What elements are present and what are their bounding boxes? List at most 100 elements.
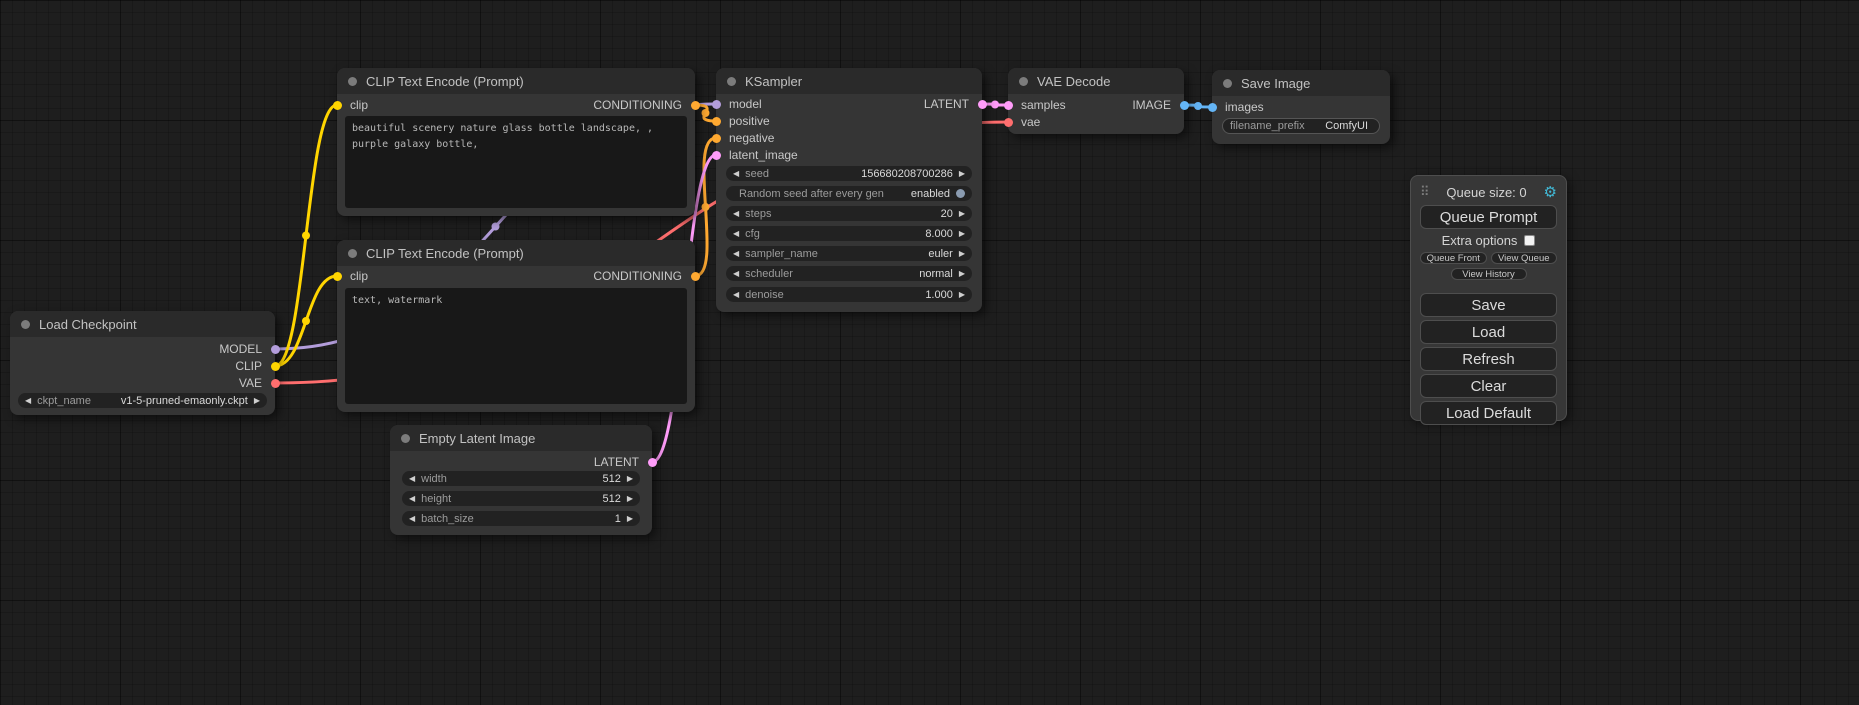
widget-filename-prefix[interactable]: filename_prefix ComfyUI [1222,118,1380,134]
node-titlebar[interactable]: Save Image [1212,70,1390,96]
view-history-button[interactable]: View History [1451,268,1527,280]
node-ksampler[interactable]: KSampler model LATENT positive negative … [716,68,982,312]
input-slot-samples[interactable] [1004,101,1013,110]
output-slot-image[interactable] [1180,101,1189,110]
increment-arrow-icon[interactable]: ▶ [959,270,965,278]
decrement-arrow-icon[interactable]: ◀ [409,475,415,483]
input-slot-positive[interactable] [712,117,721,126]
input-slot-model[interactable] [712,100,721,109]
widget-name: filename_prefix [1230,120,1305,132]
widget-random-seed-toggle[interactable]: Random seed after every gen enabled [726,186,972,201]
node-titlebar[interactable]: KSampler [716,68,982,94]
output-slot-latent[interactable] [978,100,987,109]
refresh-button[interactable]: Refresh [1420,347,1557,371]
widget-ckpt-name[interactable]: ◀ ckpt_name v1-5-pruned-emaonly.ckpt ▶ [18,393,267,408]
increment-arrow-icon[interactable]: ▶ [627,475,633,483]
save-button[interactable]: Save [1420,293,1557,317]
input-slot-latent-image[interactable] [712,151,721,160]
decrement-arrow-icon[interactable]: ◀ [733,210,739,218]
output-slot-model[interactable] [271,345,280,354]
widget-name: height [421,493,451,505]
node-clip-text-encode-positive[interactable]: CLIP Text Encode (Prompt) clip CONDITION… [337,68,695,216]
widget-cfg[interactable]: ◀ cfg 8.000 ▶ [726,226,972,241]
input-slot-images[interactable] [1208,103,1217,112]
decrement-arrow-icon[interactable]: ◀ [733,250,739,258]
drag-handle-icon[interactable]: ⠿ [1420,184,1430,200]
prompt-textarea[interactable]: text, watermark [345,288,687,404]
widget-height[interactable]: ◀ height 512 ▶ [402,491,640,506]
increment-arrow-icon[interactable]: ▶ [627,515,633,523]
input-label-positive: positive [729,114,770,128]
input-slot-clip[interactable] [333,101,342,110]
clear-button[interactable]: Clear [1420,374,1557,398]
decrement-arrow-icon[interactable]: ◀ [733,230,739,238]
increment-arrow-icon[interactable]: ▶ [959,230,965,238]
node-vae-decode[interactable]: VAE Decode samples IMAGE vae [1008,68,1184,134]
node-title: Empty Latent Image [419,431,535,446]
collapse-dot-icon[interactable] [21,320,30,329]
widget-name: steps [745,208,771,220]
node-title: CLIP Text Encode (Prompt) [366,74,524,89]
node-load-checkpoint[interactable]: Load Checkpoint MODEL CLIP VAE ◀ ckpt_na… [10,311,275,415]
widget-steps[interactable]: ◀ steps 20 ▶ [726,206,972,221]
output-label-model: MODEL [219,342,262,356]
decrement-arrow-icon[interactable]: ◀ [733,291,739,299]
node-save-image[interactable]: Save Image images filename_prefix ComfyU… [1212,70,1390,144]
input-slot-negative[interactable] [712,134,721,143]
widget-sampler-name[interactable]: ◀ sampler_name euler ▶ [726,246,972,261]
input-label-images: images [1225,100,1264,114]
node-titlebar[interactable]: CLIP Text Encode (Prompt) [337,240,695,266]
load-default-button[interactable]: Load Default [1420,401,1557,425]
output-slot-conditioning[interactable] [691,101,700,110]
collapse-dot-icon[interactable] [1019,77,1028,86]
output-slot-clip[interactable] [271,362,280,371]
collapse-dot-icon[interactable] [348,249,357,258]
input-slot-clip[interactable] [333,272,342,281]
load-button[interactable]: Load [1420,320,1557,344]
increment-arrow-icon[interactable]: ▶ [959,210,965,218]
node-clip-text-encode-negative[interactable]: CLIP Text Encode (Prompt) clip CONDITION… [337,240,695,412]
widget-name: scheduler [745,268,793,280]
collapse-dot-icon[interactable] [401,434,410,443]
decrement-arrow-icon[interactable]: ◀ [409,495,415,503]
node-titlebar[interactable]: Empty Latent Image [390,425,652,451]
increment-arrow-icon[interactable]: ▶ [959,170,965,178]
output-slot-latent[interactable] [648,458,657,467]
widget-value: euler [928,248,952,260]
increment-arrow-icon[interactable]: ▶ [627,495,633,503]
decrement-arrow-icon[interactable]: ◀ [409,515,415,523]
collapse-dot-icon[interactable] [348,77,357,86]
prompt-textarea[interactable]: beautiful scenery nature glass bottle la… [345,116,687,208]
node-titlebar[interactable]: VAE Decode [1008,68,1184,94]
widget-seed[interactable]: ◀ seed 156680208700286 ▶ [726,166,972,181]
decrement-arrow-icon[interactable]: ◀ [733,170,739,178]
node-titlebar[interactable]: CLIP Text Encode (Prompt) [337,68,695,94]
collapse-dot-icon[interactable] [727,77,736,86]
node-title: Load Checkpoint [39,317,137,332]
widget-scheduler[interactable]: ◀ scheduler normal ▶ [726,266,972,281]
decrement-arrow-icon[interactable]: ◀ [25,397,31,405]
graph-canvas[interactable]: Load Checkpoint MODEL CLIP VAE ◀ ckpt_na… [0,0,1859,705]
node-empty-latent-image[interactable]: Empty Latent Image LATENT ◀ width 512 ▶ … [390,425,652,535]
queue-prompt-button[interactable]: Queue Prompt [1420,205,1557,229]
output-slot-vae[interactable] [271,379,280,388]
node-titlebar[interactable]: Load Checkpoint [10,311,275,337]
view-queue-button[interactable]: View Queue [1491,252,1558,264]
extra-options-checkbox[interactable] [1524,235,1535,246]
input-label-vae: vae [1021,115,1040,129]
queue-front-button[interactable]: Queue Front [1420,252,1487,264]
toggle-knob-icon[interactable] [956,189,965,198]
queue-menu-panel: ⠿ Queue size: 0 ⚙ Queue Prompt Extra opt… [1410,175,1567,421]
decrement-arrow-icon[interactable]: ◀ [733,270,739,278]
increment-arrow-icon[interactable]: ▶ [959,250,965,258]
settings-gear-icon[interactable]: ⚙ [1544,183,1557,201]
increment-arrow-icon[interactable]: ▶ [959,291,965,299]
output-slot-conditioning[interactable] [691,272,700,281]
input-slot-vae[interactable] [1004,118,1013,127]
increment-arrow-icon[interactable]: ▶ [254,397,260,405]
widget-denoise[interactable]: ◀ denoise 1.000 ▶ [726,287,972,302]
widget-width[interactable]: ◀ width 512 ▶ [402,471,640,486]
collapse-dot-icon[interactable] [1223,79,1232,88]
widget-name: ckpt_name [37,395,91,407]
widget-batch-size[interactable]: ◀ batch_size 1 ▶ [402,511,640,526]
